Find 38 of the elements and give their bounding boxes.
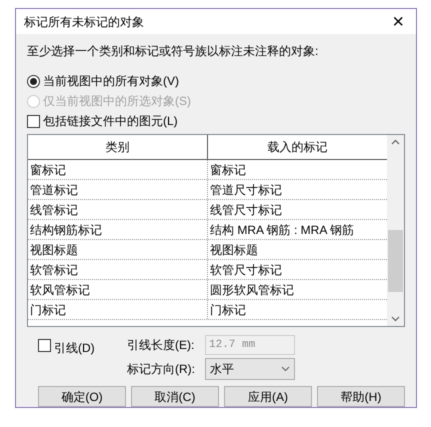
table-cell: 管道标记 — [28, 180, 208, 199]
table-cell: 窗标记 — [28, 160, 208, 179]
table-cell-text: 结构 MRA 钢筋 : MRA 钢筋 — [209, 222, 356, 238]
table-cell: 门标记 — [28, 300, 208, 319]
close-button[interactable]: × — [388, 12, 408, 32]
table-cell-text: 圆形软风管标记 — [209, 282, 295, 298]
radio-label: 当前视图中的所有对象(V) — [43, 73, 179, 90]
dialog-button[interactable]: 确定(O) — [38, 386, 126, 407]
dialog-button[interactable]: 帮助(H) — [317, 386, 405, 407]
table-cell: 线管标记 — [28, 200, 208, 219]
table-cell-text: 管道尺寸标记 — [209, 182, 283, 198]
table-cell: 软风管标记 — [28, 280, 208, 299]
table-cell: 视图标题 — [28, 240, 208, 259]
radio-button[interactable] — [27, 74, 40, 88]
checkbox[interactable] — [38, 339, 51, 352]
scroll-down-icon[interactable] — [391, 316, 400, 322]
checkbox-label: 包括链接文件中的图元(L) — [43, 113, 178, 130]
scrollbar[interactable] — [387, 135, 404, 326]
dropdown[interactable]: 水平 — [205, 358, 295, 380]
checkbox[interactable] — [27, 114, 40, 128]
table-cell: 软管标记 — [28, 260, 208, 279]
instruction-text: 至少选择一个类别和标记或符号族以标注未注释的对象: — [27, 43, 320, 60]
table-cell: 结构钢筋标记 — [28, 220, 208, 239]
scroll-up-icon[interactable] — [391, 139, 400, 145]
scrollbar-thumb[interactable] — [388, 230, 403, 292]
window-title: 标记所有未标记的对象 — [24, 14, 144, 30]
table-cell-text: 门标记 — [209, 302, 247, 318]
table-cell-text: 视图标题 — [209, 242, 259, 258]
table-cell-text: 软管尺寸标记 — [209, 262, 283, 278]
table-cell-text: 窗标记 — [209, 162, 247, 178]
checkbox-label: 引线(D) — [54, 340, 95, 357]
field-label: 引线长度(E): — [127, 337, 196, 354]
dialog-button[interactable]: 取消(C) — [131, 386, 219, 407]
dialog-button[interactable]: 应用(A) — [224, 386, 312, 407]
chevron-down-icon — [281, 366, 290, 372]
field-label: 标记方向(R): — [127, 361, 196, 378]
table-cell-text: 线管尺寸标记 — [209, 202, 283, 218]
radio-label: 仅当前视图中的所选对象(S) — [43, 93, 191, 110]
